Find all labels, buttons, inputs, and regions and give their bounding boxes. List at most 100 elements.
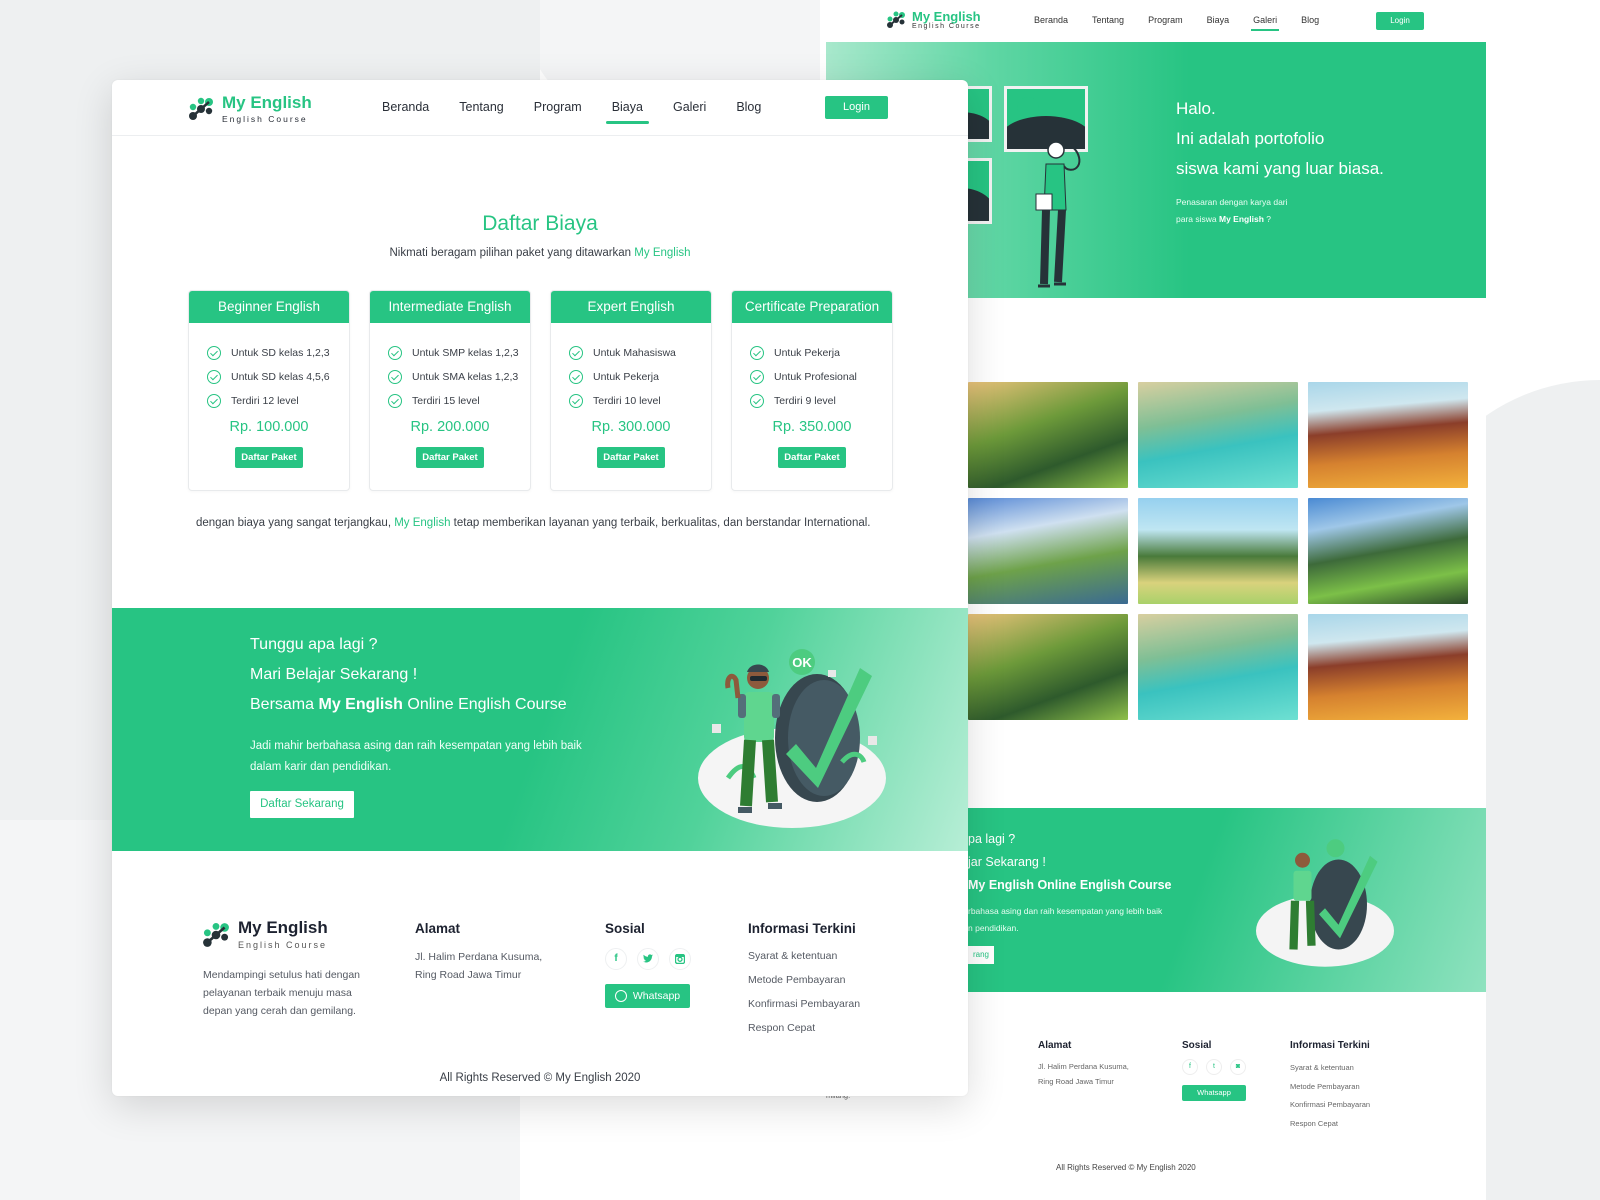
nav-beranda[interactable]: Beranda (1034, 15, 1068, 25)
navbar: My English English Course Beranda Tentan… (826, 0, 1486, 42)
pricing-card-expert: Expert English Untuk Mahasiswa Untuk Pek… (550, 290, 712, 491)
nav-galeri[interactable]: Galeri (1251, 15, 1280, 31)
twitter-icon[interactable] (637, 948, 659, 970)
cta-line: Tunggu apa lagi ? (250, 636, 378, 653)
check-circle-icon (750, 346, 764, 360)
feature: Terdiri 15 level (412, 395, 480, 407)
package-price: Rp. 200.000 (410, 419, 490, 435)
pricing-page: My English English Course Beranda Tentan… (112, 80, 968, 1096)
brand-name: My English (912, 9, 981, 24)
footer-info: Informasi Terkini Syarat & ketentuan Met… (748, 921, 860, 1040)
footer-link[interactable]: Konfirmasi Pembayaran (748, 992, 860, 1016)
feature: Terdiri 10 level (593, 395, 661, 407)
nav-program[interactable]: Program (534, 100, 582, 114)
brand-tagline: English Course (222, 114, 308, 124)
gallery-image[interactable] (1138, 382, 1298, 488)
check-circle-icon (388, 346, 402, 360)
cta-button[interactable]: rang (968, 946, 994, 964)
gallery-image[interactable] (1308, 382, 1468, 488)
check-circle-icon (750, 394, 764, 408)
gallery-image[interactable] (1138, 614, 1298, 720)
ok-illustration: OK (698, 649, 886, 828)
feature: Untuk Mahasiswa (593, 347, 676, 359)
logo-icon (189, 97, 213, 120)
gallery-grid (968, 382, 1468, 720)
footer-link[interactable]: Syarat & ketentuan (748, 944, 860, 968)
footer-heading: Alamat (415, 921, 461, 936)
twitter-icon[interactable]: t (1206, 1059, 1222, 1075)
cta-paragraph: rbahasa asing dan raih kesempatan yang l… (968, 906, 1163, 933)
facebook-icon[interactable]: f (605, 948, 627, 970)
daftar-paket-button[interactable]: Daftar Paket (597, 447, 665, 468)
page-title: Daftar Biaya (482, 212, 598, 235)
footer-link[interactable]: Syarat & ketentuan (1290, 1059, 1370, 1078)
daftar-paket-button[interactable]: Daftar Paket (416, 447, 484, 468)
footer-social: Sosial f t ◙ Whatsapp (1182, 1040, 1246, 1101)
feature: Untuk Pekerja (774, 347, 840, 359)
copyright: All Rights Reserved © My English 2020 (1056, 1163, 1196, 1172)
nav-tentang[interactable]: Tentang (459, 100, 503, 114)
footer-logo: My English English Course (202, 919, 328, 950)
instagram-icon[interactable]: ◙ (1230, 1059, 1246, 1075)
brand-tagline: English Course (912, 23, 981, 30)
feature: Untuk SMP kelas 1,2,3 (412, 347, 519, 359)
feature: Untuk SD kelas 1,2,3 (231, 347, 330, 359)
woman-illustration (1035, 141, 1081, 288)
facebook-icon[interactable]: f (1182, 1059, 1198, 1075)
nav-tentang[interactable]: Tentang (1092, 15, 1124, 25)
pricing-card-intermediate: Intermediate English Untuk SMP kelas 1,2… (369, 290, 531, 491)
feature: Terdiri 12 level (231, 395, 299, 407)
daftar-paket-button[interactable]: Daftar Paket (778, 447, 846, 468)
package-price: Rp. 350.000 (772, 419, 852, 435)
nav-blog[interactable]: Blog (736, 100, 761, 114)
instagram-icon[interactable] (669, 948, 691, 970)
footer-link[interactable]: Respon Cepat (748, 1016, 860, 1040)
cta-heading: pa lagi ? jar Sekarang ! My English Onli… (968, 832, 1172, 892)
check-circle-icon (569, 394, 583, 408)
page-subtitle: Nikmati beragam pilihan paket yang ditaw… (389, 247, 691, 259)
logo[interactable]: My English English Course (188, 94, 312, 124)
footer-link[interactable]: Metode Pembayaran (1290, 1078, 1370, 1097)
nav-beranda[interactable]: Beranda (382, 100, 429, 114)
gallery-hero-subtext: Penasaran dengan karya dari para siswa M… (1176, 197, 1288, 224)
check-circle-icon (388, 394, 402, 408)
gallery-image[interactable] (1308, 498, 1468, 604)
gallery-image[interactable] (968, 382, 1128, 488)
pricing-cards: Beginner English Untuk SD kelas 1,2,3 Un… (188, 290, 893, 491)
feature: Terdiri 9 level (774, 395, 836, 407)
login-button[interactable]: Login (1376, 12, 1424, 30)
logo[interactable]: My English English Course (886, 10, 981, 30)
whatsapp-button[interactable]: Whatsapp (605, 984, 690, 1008)
check-circle-icon (207, 394, 221, 408)
package-name: Expert English (551, 291, 711, 323)
nav-blog[interactable]: Blog (1301, 15, 1319, 25)
footer-heading: Informasi Terkini (748, 921, 856, 936)
footer-about: Mendampingi setulus hati dengan pelayana… (203, 969, 361, 1017)
ok-badge: OK (792, 655, 812, 670)
feature: Untuk SD kelas 4,5,6 (231, 371, 330, 383)
cta-banner: Tunggu apa lagi ? Mari Belajar Sekarang … (112, 608, 968, 851)
nav-biaya[interactable]: Biaya (1207, 15, 1230, 25)
gallery-image[interactable] (968, 498, 1128, 604)
feature: Untuk SMA kelas 1,2,3 (412, 371, 519, 383)
gallery-image[interactable] (1138, 498, 1298, 604)
footer: My English English Course Mendampingi se… (112, 851, 968, 1096)
pricing-card-certificate: Certificate Preparation Untuk Pekerja Un… (731, 290, 893, 491)
footer-link[interactable]: Konfirmasi Pembayaran (1290, 1096, 1370, 1115)
daftar-sekarang-button[interactable]: Daftar Sekarang (250, 791, 354, 818)
footer-link[interactable]: Respon Cepat (1290, 1115, 1370, 1134)
check-circle-icon (207, 370, 221, 384)
nav-biaya[interactable]: Biaya (605, 100, 650, 124)
whatsapp-button[interactable]: Whatsapp (1182, 1085, 1246, 1101)
cta-line: Mari Belajar Sekarang ! (250, 666, 418, 683)
daftar-paket-button[interactable]: Daftar Paket (235, 447, 303, 468)
whatsapp-icon (614, 990, 627, 1002)
gallery-image[interactable] (1308, 614, 1468, 720)
gallery-image[interactable] (968, 614, 1128, 720)
package-name: Beginner English (189, 291, 349, 323)
pricing-description: dengan biaya yang sangat terjangkau, My … (196, 517, 871, 529)
footer-link[interactable]: Metode Pembayaran (748, 968, 860, 992)
nav-galeri[interactable]: Galeri (673, 100, 706, 114)
nav-program[interactable]: Program (1148, 15, 1183, 25)
login-button[interactable]: Login (825, 96, 888, 119)
